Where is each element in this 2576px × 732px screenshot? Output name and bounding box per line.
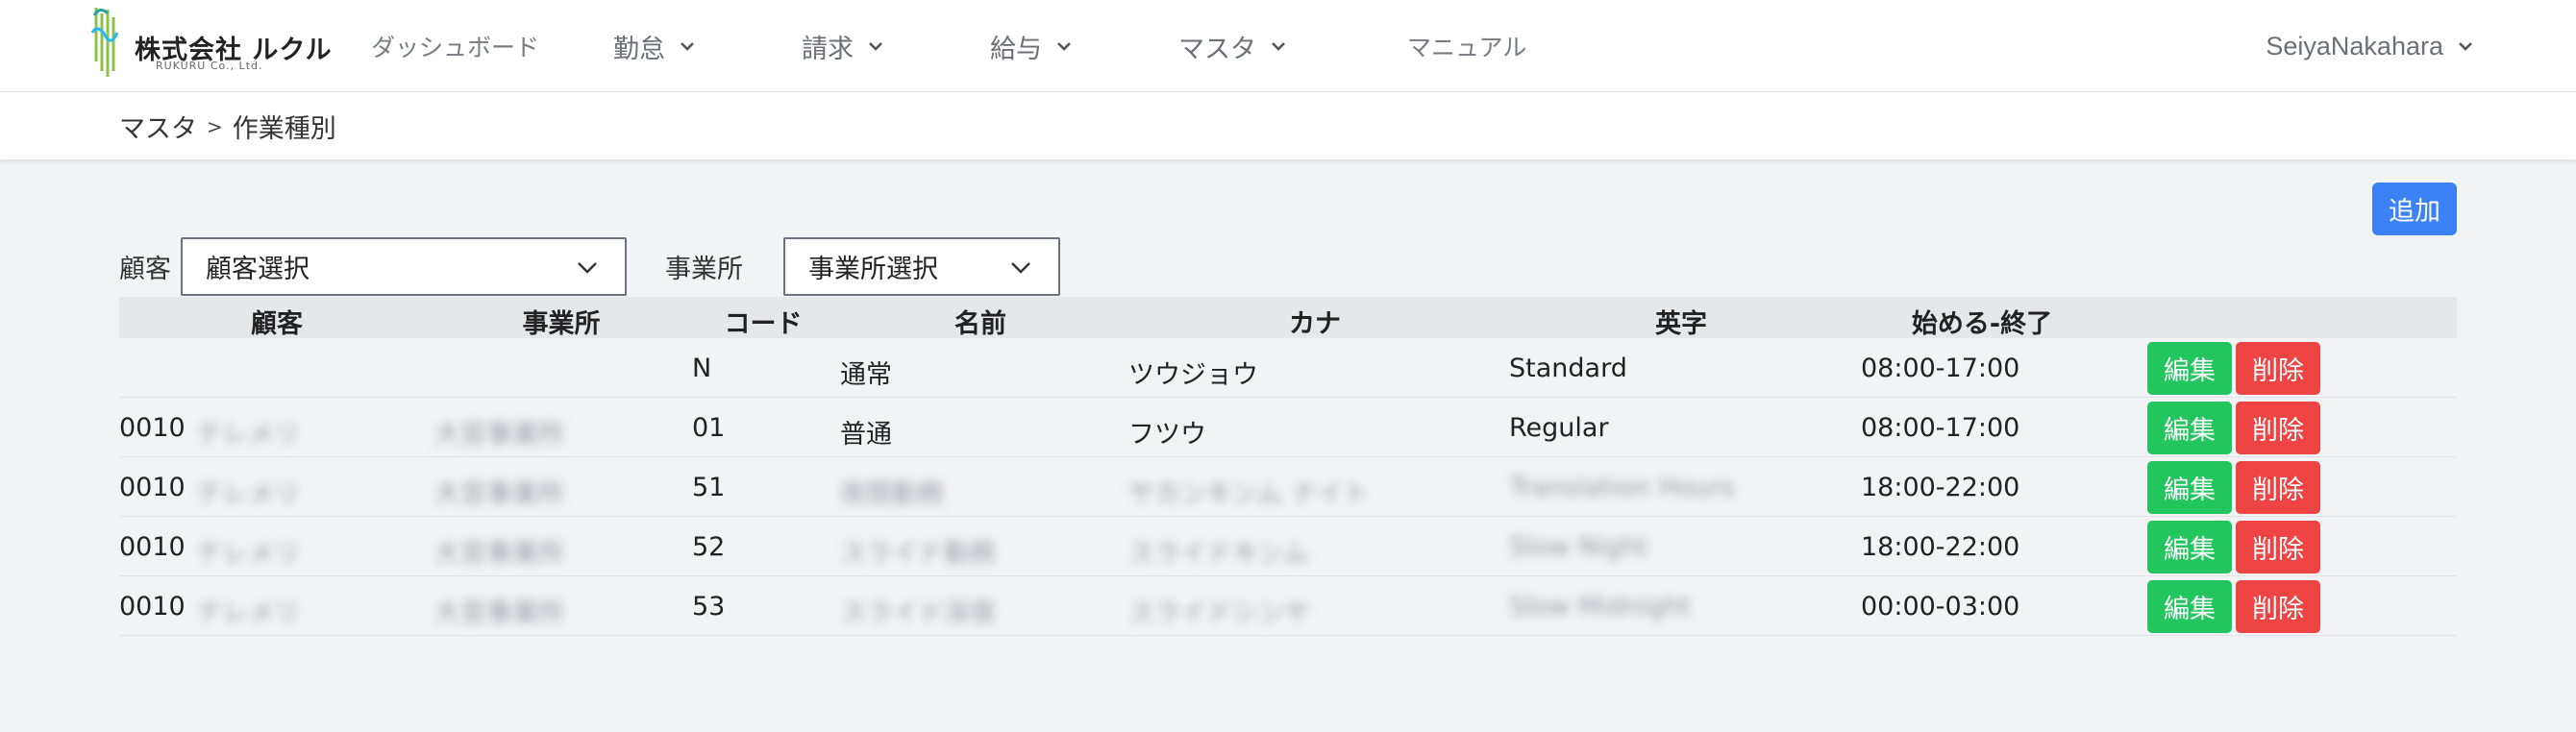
breadcrumb-parent[interactable]: マスタ — [119, 108, 197, 145]
cell-kana: ヤカンキンム ナイト — [1128, 479, 1370, 509]
header-code: コード — [724, 309, 803, 339]
delete-button[interactable]: 削除 — [2236, 402, 2320, 454]
office-filter-label: 事業所 — [665, 255, 743, 284]
user-menu[interactable]: SeiyaNakahara — [2266, 27, 2474, 65]
cell-time: 08:00-17:00 — [1861, 354, 2020, 383]
nav-master-label: マスタ — [1178, 34, 1256, 64]
table-row: 0010 テレメリ 大宮事業所 52 スライド勤務 スライドキンム Slow N… — [119, 517, 2457, 576]
top-navbar: 株式会社 ルクル RUKURU Co., Ltd. ダッシュボード 勤怠 請求 … — [0, 0, 2576, 92]
cell-english: Regular — [1509, 413, 1609, 443]
edit-button[interactable]: 編集 — [2147, 580, 2232, 633]
cell-english: Slow Night — [1509, 532, 1648, 562]
chevron-down-icon — [869, 42, 882, 51]
cell-customer-code: 0010 — [119, 473, 186, 502]
cell-name: 普通 — [840, 420, 892, 450]
breadcrumb-current: 作業種別 — [232, 114, 336, 144]
nav-payroll-label: 給与 — [990, 34, 1042, 64]
chevron-down-icon — [1011, 262, 1030, 274]
office-select-value: 事業所選択 — [808, 255, 938, 284]
breadcrumb-bar: マスタ > 作業種別 — [0, 92, 2576, 159]
customer-filter-label: 顧客 — [119, 255, 171, 284]
cell-customer-code: 0010 — [119, 413, 186, 443]
cell-customer-name: テレメリ — [196, 598, 300, 628]
header-time: 始める-終了 — [1911, 309, 2053, 339]
cell-customer-name: テレメリ — [196, 539, 300, 569]
breadcrumb: マスタ > 作業種別 — [119, 108, 336, 145]
cell-code: 52 — [692, 532, 726, 562]
nav-manual[interactable]: マニュアル — [1407, 27, 1526, 65]
cell-english: Translation Hours — [1509, 473, 1735, 502]
table-row: 0010 テレメリ 大宮事業所 51 夜間勤務 ヤカンキンム ナイト Trans… — [119, 457, 2457, 517]
nav-dashboard-label: ダッシュボード — [371, 34, 540, 61]
nav-dashboard[interactable]: ダッシュボード — [371, 27, 539, 65]
cell-code: 53 — [692, 592, 726, 622]
edit-button[interactable]: 編集 — [2147, 461, 2232, 514]
cell-english: Slow Midnight — [1509, 592, 1692, 622]
edit-button[interactable]: 編集 — [2147, 521, 2232, 573]
cell-office: 大宮事業所 — [434, 479, 564, 509]
header-kana: カナ — [1289, 309, 1341, 339]
table-header: 顧客 事業所 コード 名前 カナ 英字 始める-終了 — [119, 297, 2457, 339]
nav-payroll[interactable]: 給与 — [990, 27, 1073, 65]
header-customer: 顧客 — [251, 309, 303, 339]
chevron-down-icon — [1057, 42, 1071, 51]
nav-billing[interactable]: 請求 — [802, 27, 884, 65]
cell-name: 夜間勤務 — [840, 479, 944, 509]
cell-customer-name: テレメリ — [196, 420, 300, 450]
company-logo[interactable]: 株式会社 ルクル RUKURU Co., Ltd. — [88, 4, 332, 88]
cell-time: 08:00-17:00 — [1861, 413, 2020, 443]
office-select[interactable]: 事業所選択 — [783, 237, 1060, 296]
cell-office: 大宮事業所 — [434, 598, 564, 628]
add-button[interactable]: 追加 — [2372, 183, 2457, 235]
cell-code: 51 — [692, 473, 726, 502]
breadcrumb-separator: > — [207, 114, 223, 138]
nav-billing-label: 請求 — [802, 34, 854, 64]
header-office: 事業所 — [522, 309, 601, 339]
nav-attendance-label: 勤怠 — [613, 34, 665, 64]
chevron-down-icon — [1272, 42, 1285, 51]
logo-subtext: RUKURU Co., Ltd. — [156, 60, 263, 72]
nav-master[interactable]: マスタ — [1178, 27, 1287, 65]
table-row: N 通常 ツウジョウ Standard 08:00-17:00 編集 削除 — [119, 338, 2457, 398]
delete-button[interactable]: 削除 — [2236, 580, 2320, 633]
cell-customer-name: テレメリ — [196, 479, 300, 509]
cell-time: 18:00-22:00 — [1861, 532, 2020, 562]
work-type-table: 顧客 事業所 コード 名前 カナ 英字 始める-終了 N 通常 ツウジョウ St… — [119, 297, 2457, 636]
chevron-down-icon — [681, 42, 694, 51]
cell-customer-code: 0010 — [119, 592, 186, 622]
edit-button[interactable]: 編集 — [2147, 402, 2232, 454]
customer-select[interactable]: 顧客選択 — [181, 237, 627, 296]
table-row: 0010 テレメリ 大宮事業所 53 スライド深夜 スライドシンヤ Slow M… — [119, 576, 2457, 636]
delete-button[interactable]: 削除 — [2236, 521, 2320, 573]
edit-button[interactable]: 編集 — [2147, 342, 2232, 395]
cell-english: Standard — [1509, 354, 1627, 383]
cell-name: スライド勤務 — [840, 539, 996, 569]
cell-kana: フツウ — [1128, 420, 1206, 450]
nav-attendance[interactable]: 勤怠 — [613, 27, 696, 65]
header-name: 名前 — [954, 309, 1006, 339]
customer-select-value: 顧客選択 — [206, 255, 310, 284]
cell-office: 大宮事業所 — [434, 420, 564, 450]
delete-button[interactable]: 削除 — [2236, 461, 2320, 514]
cell-kana: スライドシンヤ — [1128, 598, 1310, 628]
cell-name: スライド深夜 — [840, 598, 996, 628]
chevron-down-icon — [578, 262, 597, 274]
cell-name: 通常 — [840, 360, 892, 390]
cell-kana: スライドキンム — [1128, 539, 1309, 569]
cell-code: 01 — [692, 413, 726, 443]
cell-time: 18:00-22:00 — [1861, 473, 2020, 502]
nav-manual-label: マニュアル — [1407, 34, 1527, 61]
cell-time: 00:00-03:00 — [1861, 592, 2020, 622]
cell-office: 大宮事業所 — [434, 539, 564, 569]
user-name: SeiyaNakahara — [2266, 31, 2443, 61]
cell-kana: ツウジョウ — [1128, 360, 1258, 390]
header-english: 英字 — [1655, 309, 1707, 339]
cell-code: N — [692, 354, 712, 383]
rukuru-hand-logo — [90, 8, 119, 77]
table-row: 0010 テレメリ 大宮事業所 01 普通 フツウ Regular 08:00-… — [119, 398, 2457, 457]
cell-customer-code: 0010 — [119, 532, 186, 562]
delete-button[interactable]: 削除 — [2236, 342, 2320, 395]
chevron-down-icon — [2459, 42, 2472, 51]
